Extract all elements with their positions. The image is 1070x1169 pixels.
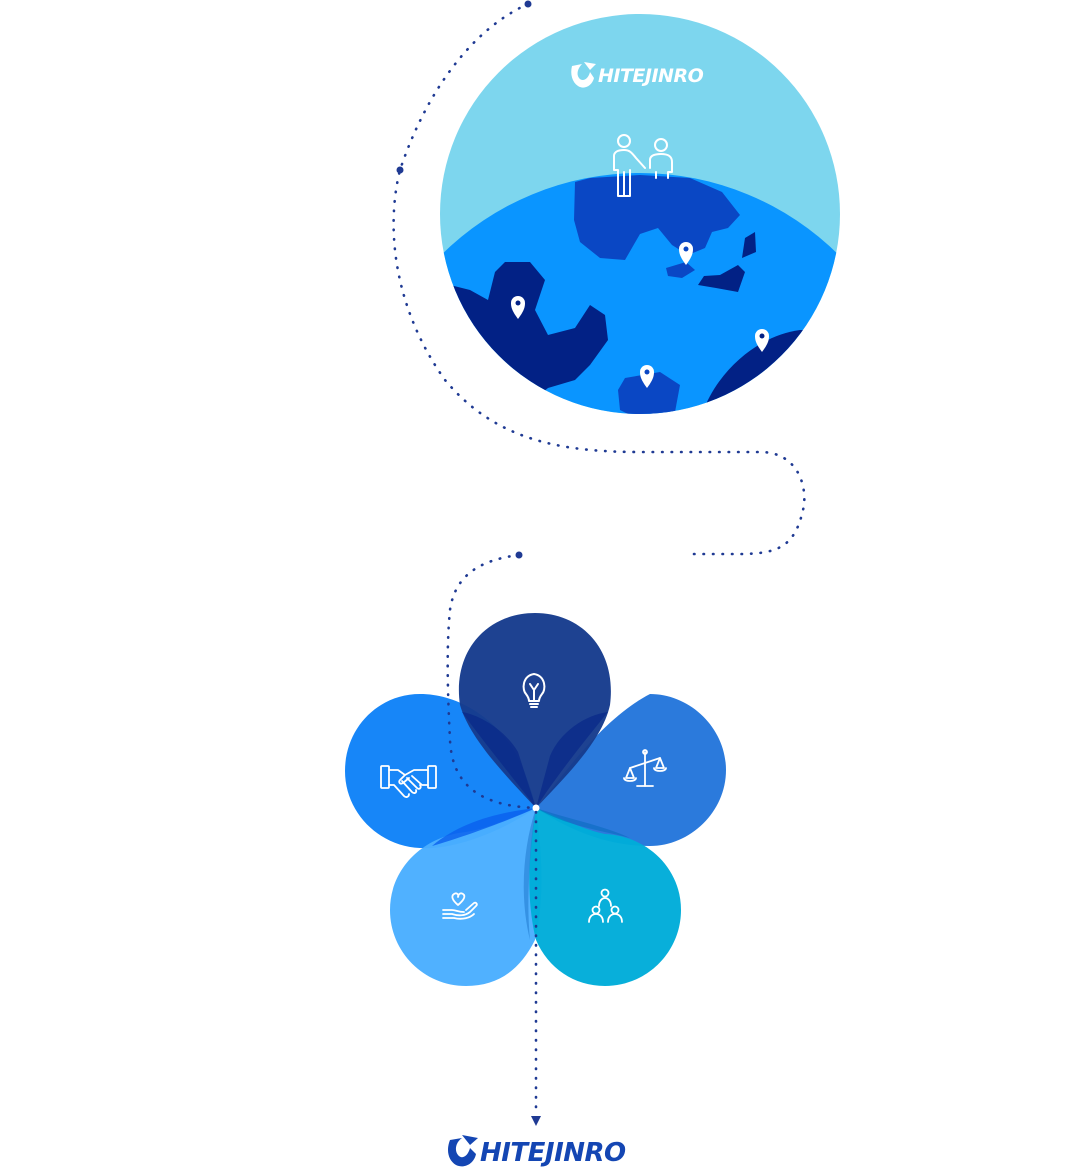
diagram-canvas: HITEJINRO HITEJINRO [345,0,840,1168]
petal-flower [345,613,726,986]
globe: HITEJINRO [440,14,840,414]
flower-center-dot [532,804,540,812]
bottom-logo: HITEJINRO [448,1135,627,1168]
logo-mark-icon [448,1135,478,1167]
connector-mid-dot [396,166,404,174]
bottom-logo-text: HITEJINRO [480,1138,626,1168]
connector-start-dot [524,0,532,8]
connector-lower-start-dot [515,551,523,559]
globe-logo-text: HITEJINRO [598,65,704,87]
arrow-down-icon [531,1116,541,1126]
